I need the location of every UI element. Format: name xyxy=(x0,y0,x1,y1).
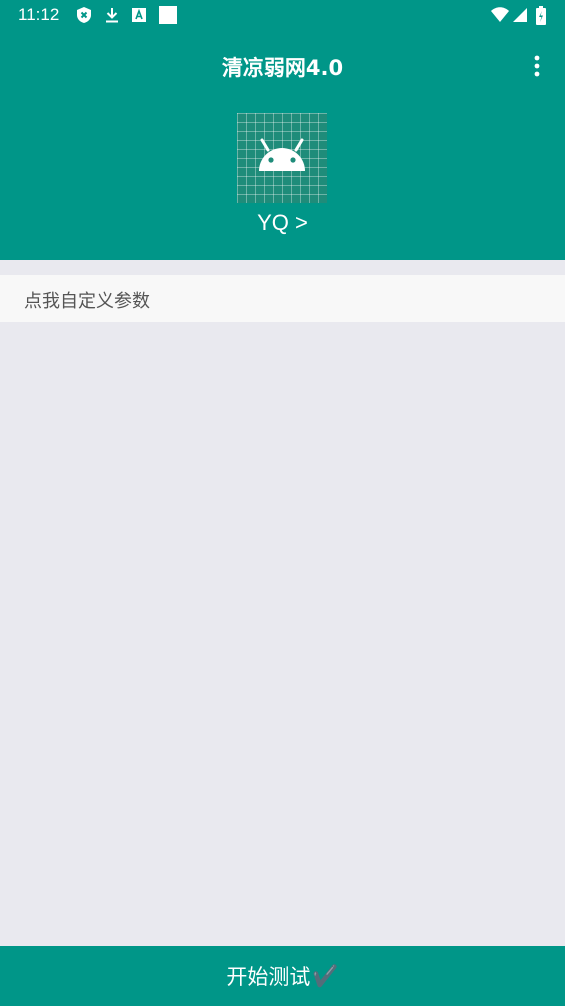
start-test-label: 开始测试 xyxy=(226,965,311,989)
profile-name-link[interactable]: YQ > xyxy=(0,210,565,236)
header: 11:12 清凉弱网4.0 YQ > xyxy=(0,0,565,260)
square-icon xyxy=(158,5,178,29)
custom-params-row[interactable]: 点我自定义参数 xyxy=(0,275,565,322)
shield-icon xyxy=(76,6,92,28)
status-time: 11:12 xyxy=(18,5,60,24)
app-title: 清凉弱网4.0 xyxy=(221,56,344,80)
custom-params-label: 点我自定义参数 xyxy=(24,291,150,312)
wifi-icon xyxy=(490,6,510,28)
download-icon xyxy=(104,6,120,28)
a-box-icon xyxy=(131,6,147,28)
overflow-menu-button[interactable] xyxy=(524,52,550,80)
start-test-button[interactable]: 开始测试 ✔️ xyxy=(0,946,565,1006)
more-vertical-icon xyxy=(534,55,540,77)
status-bar: 11:12 xyxy=(0,0,565,32)
android-icon xyxy=(259,138,305,171)
signal-icon xyxy=(512,6,528,28)
app-avatar[interactable] xyxy=(237,113,327,203)
battery-icon xyxy=(535,6,547,30)
check-icon: ✔️ xyxy=(312,963,339,988)
